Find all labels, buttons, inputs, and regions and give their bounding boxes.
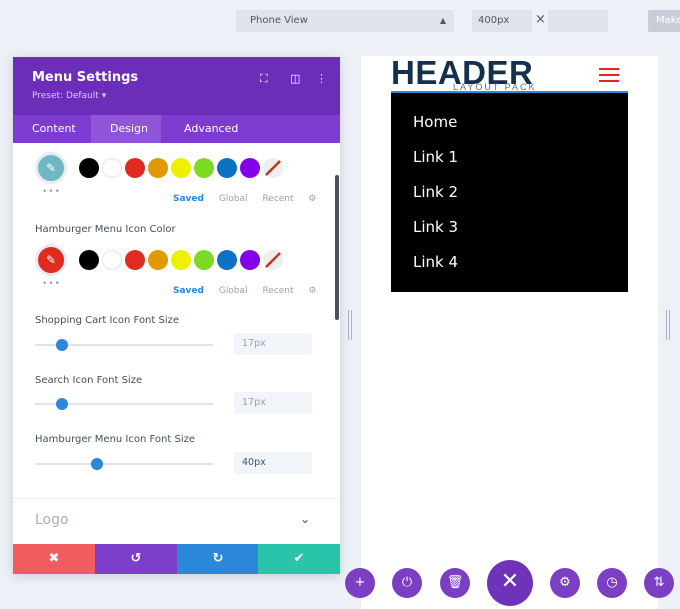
tab-design[interactable]: Design [91,115,161,143]
no-color-swatch[interactable] [263,158,283,178]
discard-button[interactable]: ✖ [13,544,95,574]
color-swatch[interactable] [171,158,191,178]
power-icon[interactable]: ⏻ [392,568,422,598]
cart-size-slider[interactable] [35,339,213,351]
panel-scrollbar[interactable] [335,175,339,320]
chevron-down-icon: ⌄ [300,512,311,526]
slider-knob[interactable] [91,458,104,470]
color-picker-1[interactable]: ✎ [35,152,67,184]
resize-handle-right[interactable] [666,310,670,340]
color-swatch[interactable] [148,158,168,178]
color-swatch[interactable] [194,250,214,270]
color-palette-2: ✎ ••• [35,244,315,289]
color-swatch[interactable] [194,158,214,178]
redo-button[interactable]: ↻ [177,544,259,574]
palette-chips-1: Saved Global Recent ⚙ [173,194,329,204]
preset-dropdown[interactable]: Preset: Default ▾ [32,91,106,101]
panel-title: Menu Settings [32,70,139,85]
menu-item-home[interactable]: Home [391,109,628,144]
width-input[interactable]: 400px [472,10,532,32]
add-button[interactable]: + [345,568,375,598]
panel-tabs: Content Design Advanced [13,115,340,143]
fullscreen-icon[interactable]: ⛶ [260,72,268,86]
section-logo[interactable]: Logo ⌄ [13,498,340,543]
tab-content[interactable]: Content [13,115,91,143]
panel-actions: ✖ ↺ ↻ ✔ [13,544,340,574]
more-dots-icon[interactable]: ••• [42,279,61,289]
chip-saved[interactable]: Saved [173,194,204,204]
section-logo-title: Logo [35,512,69,528]
hamburger-size-label: Hamburger Menu Icon Font Size [35,434,195,445]
hamburger-menu-icon[interactable] [599,68,619,82]
chip-global[interactable]: Global [219,194,248,204]
search-size-input[interactable]: 17px [234,392,312,414]
search-size-slider[interactable] [35,398,213,410]
color-swatch[interactable] [79,158,99,178]
panel-header: Menu Settings Preset: Default ▾ ⛶ ◫ ⋮ [13,57,340,115]
split-view-icon[interactable]: ◫ [290,72,300,85]
view-select[interactable]: Phone View ▲ [236,10,454,32]
times-icon: × [535,12,546,27]
hamburger-color-label: Hamburger Menu Icon Color [35,224,176,235]
history-icon[interactable]: ◷ [597,568,627,598]
color-palette-1: ✎ ••• [35,152,315,197]
gear-icon[interactable]: ⚙ [308,194,316,204]
chip-recent[interactable]: Recent [262,194,293,204]
tab-advanced[interactable]: Advanced [161,115,251,143]
color-swatch[interactable] [79,250,99,270]
color-picker-2[interactable]: ✎ [35,244,67,276]
chip-saved[interactable]: Saved [173,286,204,296]
palette-chips-2: Saved Global Recent ⚙ [173,286,329,296]
chip-recent[interactable]: Recent [262,286,293,296]
color-swatch[interactable] [171,250,191,270]
menu-item-link-2[interactable]: Link 2 [391,179,628,214]
color-swatch[interactable] [240,250,260,270]
cart-size-label: Shopping Cart Icon Font Size [35,315,180,326]
menu-settings-panel: Menu Settings Preset: Default ▾ ⛶ ◫ ⋮ Co… [13,57,340,574]
undo-button[interactable]: ↺ [95,544,177,574]
color-swatch[interactable] [102,158,122,178]
color-swatch[interactable] [125,250,145,270]
color-swatch[interactable] [125,158,145,178]
phone-preview: HEADER LAYOUT PACK Home Link 1 Link 2 Li… [361,54,658,609]
menu-item-link-1[interactable]: Link 1 [391,144,628,179]
view-select-value: Phone View [250,15,308,26]
menu-item-link-4[interactable]: Link 4 [391,249,628,284]
gear-icon[interactable]: ⚙ [550,568,580,598]
top-toolbar: Phone View ▲ 400px × Make [0,0,680,42]
color-swatch[interactable] [102,250,122,270]
select-arrows-icon: ▲ [439,16,446,25]
hamburger-size-input[interactable]: 40px [234,452,312,474]
header-logo[interactable]: HEADER LAYOUT PACK [391,54,551,94]
gear-icon[interactable]: ⚙ [308,286,316,296]
more-options-icon[interactable]: ⋮ [316,72,327,85]
save-button[interactable]: ✔ [258,544,340,574]
make-button[interactable]: Make [648,10,680,32]
chip-global[interactable]: Global [219,286,248,296]
resize-handle-left[interactable] [348,310,352,340]
mobile-menu-dropdown: Home Link 1 Link 2 Link 3 Link 4 [391,93,628,292]
slider-knob[interactable] [55,398,68,410]
no-color-swatch[interactable] [263,250,283,270]
sort-icon[interactable]: ⇅ [644,568,674,598]
menu-item-link-3[interactable]: Link 3 [391,214,628,249]
close-builder-button[interactable]: ✕ [487,560,533,606]
slider-knob[interactable] [55,339,68,351]
cart-size-input[interactable]: 17px [234,333,312,355]
panel-body[interactable]: ✎ ••• Saved Global Recent ⚙ Hamburger Me… [13,143,340,488]
trash-icon[interactable]: 🗑 [440,568,470,598]
more-dots-icon[interactable]: ••• [42,187,61,197]
color-swatch[interactable] [240,158,260,178]
color-swatch[interactable] [217,158,237,178]
color-swatch[interactable] [217,250,237,270]
hamburger-size-slider[interactable] [35,458,213,470]
search-size-label: Search Icon Font Size [35,375,143,386]
height-input[interactable] [548,10,608,32]
color-swatch[interactable] [148,250,168,270]
